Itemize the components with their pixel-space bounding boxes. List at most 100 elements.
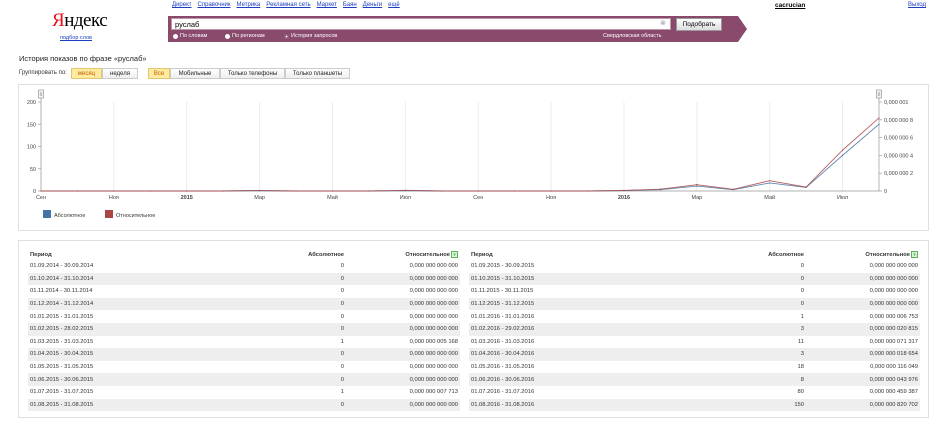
relative-cell: 0,000 000 000 000 <box>346 398 460 412</box>
absolute-cell: 0 <box>732 272 806 286</box>
top-nav-link[interactable]: Метрика <box>237 2 261 8</box>
table-row: 01.06.2015 - 30.06.2015 0 0,000 000 000 00… <box>28 373 460 386</box>
user-login[interactable]: cacrucian <box>775 2 805 9</box>
top-nav-link[interactable]: Маркет <box>317 2 337 8</box>
period-cell: 01.09.2014 - 30.09.2014 <box>30 263 94 270</box>
table-row: 01.10.2015 - 31.10.2015 0 0,000 000 000 00… <box>469 272 920 286</box>
absolute-cell: 3 <box>732 322 806 336</box>
period-cell: 01.02.2016 - 29.02.2016 <box>469 322 732 336</box>
relative-cell: 0,000 000 071 317 <box>869 338 918 345</box>
absolute-cell: 0 <box>732 297 806 311</box>
search-bar-arrow <box>738 16 747 42</box>
page-title: История показов по фразе «руслаб» <box>19 54 147 63</box>
device-mobile-button[interactable]: Мобильные <box>170 68 220 79</box>
relative-cell: 0,000 000 005 168 <box>409 338 458 345</box>
relative-point <box>586 190 589 192</box>
table-row: 01.05.2016 - 31.05.2016 18 0,000 000 116 0… <box>469 361 920 374</box>
period-cell: 01.11.2015 - 30.11.2015 <box>471 288 534 295</box>
absolute-cell: 1 <box>340 338 344 345</box>
absolute-series-line <box>41 123 880 192</box>
absolute-header[interactable]: Абсолютное <box>272 250 346 260</box>
table-row: 01.11.2014 - 30.11.2014 0 0,000 000 000 00… <box>28 285 460 298</box>
relative-cell: 0,000 000 000 000 <box>346 297 460 311</box>
x-tick-label: Мар <box>691 195 702 201</box>
relative-point <box>623 189 625 191</box>
period-cell: 01.05.2015 - 31.05.2015 <box>30 364 94 371</box>
top-nav-link[interactable]: Баян <box>343 2 357 8</box>
table-row: 01.03.2016 - 31.03.2016 11 0,000 000 071 3… <box>469 336 920 349</box>
relative-point <box>878 117 880 119</box>
relative-header[interactable]: Относительное? <box>806 250 920 260</box>
table-row: 01.06.2016 - 30.06.2016 8 0,000 000 043 97… <box>469 373 920 386</box>
period-header: Период <box>30 252 52 258</box>
absolute-point <box>769 182 771 184</box>
clear-icon[interactable]: ⊗ <box>660 19 666 27</box>
relative-point <box>76 190 79 192</box>
relative-point <box>259 189 261 192</box>
yandex-logo[interactable]: Яндекс <box>52 10 108 32</box>
x-tick-label: 2015 <box>181 195 193 201</box>
device-phones-button[interactable]: Только телефоны <box>220 68 285 79</box>
period-cell: 01.04.2015 - 30.04.2015 <box>28 348 272 361</box>
relative-cell: 0,000 000 000 000 <box>409 263 458 270</box>
logo-subtitle-link[interactable]: подбор слов <box>60 35 92 41</box>
absolute-cell: 0 <box>272 373 346 386</box>
table-header-row: Период Абсолютное Относительное? <box>469 250 920 260</box>
period-cell: 01.01.2016 - 31.01.2016 <box>471 313 535 320</box>
relative-cell: 0,000 000 116 049 <box>870 364 918 371</box>
period-cell: 01.04.2016 - 30.04.2016 <box>469 348 732 361</box>
table-row: 01.02.2016 - 29.02.2016 3 0,000 000 020 81… <box>469 322 920 336</box>
top-nav-link[interactable]: Директ <box>172 2 192 8</box>
radio-dot <box>225 33 230 39</box>
mode-label: История запросов <box>291 33 338 39</box>
search-input[interactable]: руслаб <box>171 18 671 30</box>
device-all-button[interactable]: Все <box>148 68 170 79</box>
absolute-cell: 150 <box>732 398 806 412</box>
relative-point <box>659 188 661 190</box>
left-range-handle <box>38 89 44 99</box>
table-row: 01.12.2014 - 31.12.2014 0 0,000 000 000 00… <box>28 297 460 311</box>
info-icon[interactable]: ? <box>451 251 458 259</box>
relative-header[interactable]: Относительное? <box>346 250 460 260</box>
period-cell: 01.05.2016 - 31.05.2016 <box>471 364 535 371</box>
x-tick-label: Июл <box>400 195 411 201</box>
period-cell: 01.12.2014 - 31.12.2014 <box>28 297 272 311</box>
absolute-cell: 0 <box>272 297 346 311</box>
table-row: 01.04.2015 - 30.04.2015 0 0,000 000 000 00… <box>28 348 460 361</box>
relative-point <box>732 188 734 190</box>
relative-point <box>368 190 370 192</box>
group-week-button[interactable]: неделя <box>102 68 138 79</box>
y-left-tick-label: 200 <box>27 100 36 106</box>
period-cell: 01.01.2015 - 31.01.2015 <box>30 313 94 320</box>
top-nav-link[interactable]: Деньги <box>363 2 382 8</box>
relative-header-label: Относительное <box>405 252 450 259</box>
relative-cell: 0,000 000 000 000 <box>409 364 458 371</box>
top-nav-link[interactable]: Рекламная сеть <box>266 2 310 8</box>
absolute-cell: 11 <box>797 338 804 345</box>
exit-link[interactable]: Выход <box>908 2 926 8</box>
relative-point <box>805 186 807 188</box>
x-tick-label: 2016 <box>618 195 630 201</box>
relative-point <box>149 190 151 192</box>
history-chart: Сен Ноя 2015 Мар Май Июл Сен Ноя 2016 Мар Май Июл 0 5… <box>27 89 913 219</box>
period-cell: 01.10.2015 - 31.10.2015 <box>469 272 732 286</box>
region-link[interactable]: Свердловская область <box>603 33 661 39</box>
top-nav-link[interactable]: Справочник <box>198 2 231 8</box>
relative-point <box>113 190 115 192</box>
relative-cell: 0,000 000 820 702 <box>806 398 920 412</box>
mode-by-words-radio[interactable]: По словам <box>173 33 207 39</box>
relative-header-label: Относительное <box>865 252 910 259</box>
relative-point <box>769 180 771 182</box>
mode-by-regions-radio[interactable]: По регионам <box>225 33 265 39</box>
period-cell: 01.12.2015 - 31.12.2015 <box>469 297 732 311</box>
info-icon[interactable]: ? <box>911 251 918 259</box>
period-cell: 01.11.2014 - 30.11.2014 <box>30 288 93 295</box>
table-header-row: Период Абсолютное Относительное? <box>28 250 460 260</box>
search-button[interactable]: Подобрать <box>676 18 722 31</box>
top-nav-link[interactable]: ещё <box>388 2 400 8</box>
group-month-button[interactable]: месяц <box>71 68 102 79</box>
mode-history-radio[interactable]: История запросов <box>284 33 337 39</box>
device-tablets-button[interactable]: Только планшеты <box>285 68 350 79</box>
relative-cell: 0,000 000 459 387 <box>869 389 918 396</box>
absolute-header[interactable]: Абсолютное <box>732 250 806 260</box>
